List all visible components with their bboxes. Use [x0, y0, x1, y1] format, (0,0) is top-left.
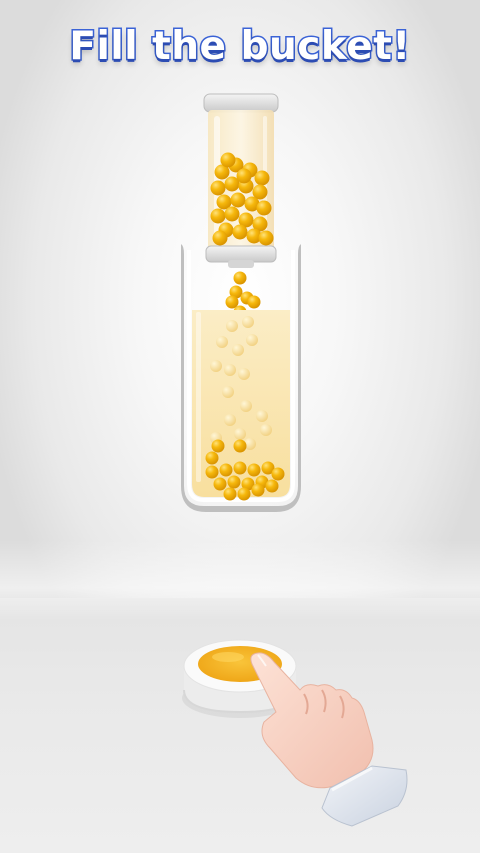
ball	[216, 336, 228, 348]
ball	[254, 170, 270, 186]
ball	[213, 477, 227, 491]
ball	[258, 230, 274, 246]
ball	[232, 224, 248, 240]
ball	[211, 439, 225, 453]
ball	[230, 192, 246, 208]
ball	[226, 320, 238, 332]
ball	[224, 206, 240, 222]
ball	[227, 475, 241, 489]
ball	[256, 200, 272, 216]
ball	[236, 168, 252, 184]
ball	[224, 364, 236, 376]
ball	[233, 461, 247, 475]
ball	[232, 344, 244, 356]
ball	[212, 230, 228, 246]
ball	[210, 208, 226, 224]
ball	[260, 424, 272, 436]
ball	[220, 152, 236, 168]
ball	[237, 487, 251, 501]
ball	[242, 316, 254, 328]
ball	[246, 334, 258, 346]
ball	[223, 487, 237, 501]
ball	[210, 180, 226, 196]
ball	[265, 479, 279, 493]
ball	[247, 295, 261, 309]
ball	[234, 428, 246, 440]
ball	[205, 465, 219, 479]
ball	[238, 368, 250, 380]
game-scene: Fill the bucket!	[0, 0, 480, 853]
ball	[233, 439, 247, 453]
ball	[251, 483, 265, 497]
ball	[224, 414, 236, 426]
ball	[233, 271, 247, 285]
ball	[222, 386, 234, 398]
ball	[205, 451, 219, 465]
ball	[256, 410, 268, 422]
ball	[247, 463, 261, 477]
pointing-hand-icon	[250, 652, 408, 827]
ball	[271, 467, 285, 481]
ball	[210, 360, 222, 372]
ball	[219, 463, 233, 477]
dispenser-tube-icon[interactable]	[203, 93, 279, 268]
ball	[240, 400, 252, 412]
game-canvas	[181, 93, 408, 827]
